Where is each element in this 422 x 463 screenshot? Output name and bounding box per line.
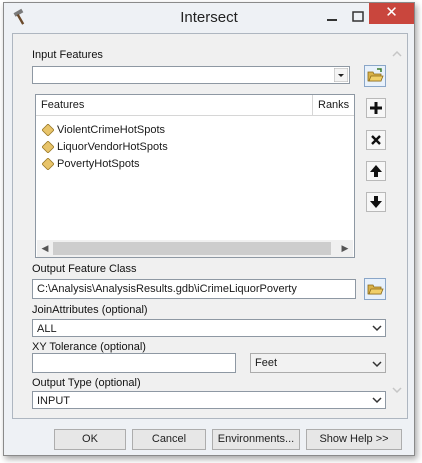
feature-name: PovertyHotSpots: [57, 158, 140, 170]
scrollbar-thumb[interactable]: [53, 242, 331, 255]
open-folder-icon: [367, 284, 384, 295]
output-feature-class-browse-button[interactable]: [364, 278, 386, 300]
plus-icon: [370, 102, 382, 114]
move-up-button[interactable]: [366, 161, 386, 181]
join-attributes-value: ALL: [37, 323, 57, 335]
dialog-body: Input Features Features Ranks ViolentCri…: [12, 33, 408, 419]
feature-class-diamond-icon: [42, 124, 54, 136]
xy-tolerance-units-select[interactable]: Feet: [250, 353, 386, 373]
list-item[interactable]: LiquorVendorHotSpots: [42, 139, 242, 155]
scroll-up-icon[interactable]: [392, 50, 402, 57]
x-icon: [371, 135, 381, 145]
chevron-down-icon[interactable]: [370, 357, 384, 371]
vertical-scrollbar[interactable]: [390, 46, 404, 416]
chevron-down-icon[interactable]: [370, 321, 384, 335]
move-down-button[interactable]: [366, 192, 386, 212]
list-header: Features Ranks: [36, 95, 354, 116]
xy-tolerance-input[interactable]: [32, 353, 236, 373]
ranks-column-header[interactable]: Ranks: [318, 99, 349, 111]
remove-row-button[interactable]: [366, 130, 386, 150]
output-type-select[interactable]: INPUT: [32, 391, 386, 409]
column-divider[interactable]: [312, 95, 313, 115]
ok-button[interactable]: OK: [54, 429, 126, 450]
title-bar[interactable]: Intersect ✕: [4, 3, 414, 31]
output-type-label: Output Type (optional): [32, 377, 141, 389]
input-features-label: Input Features: [32, 49, 103, 61]
cancel-button[interactable]: Cancel: [132, 429, 206, 450]
features-column-header[interactable]: Features: [41, 99, 84, 111]
close-icon: ✕: [385, 4, 398, 21]
input-features-combo[interactable]: [32, 66, 350, 84]
feature-name: ViolentCrimeHotSpots: [57, 124, 166, 136]
feature-class-diamond-icon: [42, 141, 54, 153]
xy-tolerance-units-value: Feet: [255, 357, 278, 369]
minimize-icon[interactable]: [322, 8, 342, 26]
output-feature-class-input[interactable]: C:\Analysis\AnalysisResults.gdb\iCrimeLi…: [32, 279, 356, 299]
scroll-down-icon[interactable]: [392, 387, 402, 394]
xy-tolerance-label: XY Tolerance (optional): [32, 341, 146, 353]
environments-button[interactable]: Environments...: [212, 429, 300, 450]
dialog-window: Intersect ✕ Input Features Features Rank…: [3, 2, 415, 456]
list-item[interactable]: PovertyHotSpots: [42, 156, 242, 172]
scroll-left-icon[interactable]: ◀: [37, 240, 53, 257]
list-item[interactable]: ViolentCrimeHotSpots: [42, 122, 242, 138]
down-arrow-icon: [370, 196, 382, 208]
scroll-right-icon[interactable]: ▶: [337, 240, 353, 257]
features-list[interactable]: Features Ranks ViolentCrimeHotSpots Liqu…: [35, 94, 355, 258]
feature-name: LiquorVendorHotSpots: [57, 141, 168, 153]
open-folder-icon: [367, 68, 384, 82]
output-type-value: INPUT: [37, 395, 70, 407]
feature-class-diamond-icon: [42, 158, 54, 170]
chevron-down-icon[interactable]: [370, 393, 384, 407]
maximize-icon[interactable]: [348, 7, 368, 27]
show-help-button[interactable]: Show Help >>: [306, 429, 402, 450]
output-feature-class-label: Output Feature Class: [32, 263, 137, 275]
join-attributes-label: JoinAttributes (optional): [32, 304, 148, 316]
horizontal-scrollbar[interactable]: ◀ ▶: [37, 240, 353, 257]
input-features-browse-button[interactable]: [364, 65, 386, 87]
add-row-button[interactable]: [366, 98, 386, 118]
close-button[interactable]: ✕: [369, 3, 414, 24]
chevron-down-icon[interactable]: [334, 68, 348, 82]
up-arrow-icon: [370, 165, 382, 177]
join-attributes-select[interactable]: ALL: [32, 319, 386, 337]
